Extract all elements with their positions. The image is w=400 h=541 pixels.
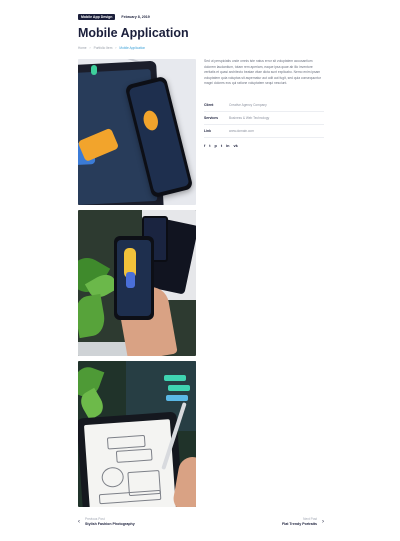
previous-post-link[interactable]: ‹ Previous Post Stylish Fashion Photogra… xyxy=(78,517,135,527)
next-post-link[interactable]: Next Post Flat Trendy Portraits › xyxy=(282,517,324,527)
previous-post-text: Previous Post Stylish Fashion Photograph… xyxy=(85,517,135,526)
pinterest-icon[interactable]: p xyxy=(215,144,217,149)
hand-holding-phone-image[interactable] xyxy=(78,210,196,356)
breadcrumb-current: Mobile Application xyxy=(119,46,146,50)
ui-card xyxy=(164,375,186,381)
plant-leaf xyxy=(78,293,108,339)
post-header: Mobile App Design February 8, 2019 Mobil… xyxy=(78,13,189,50)
breadcrumb: Home › Portfolio Item › Mobile Applicati… xyxy=(78,46,189,50)
meta-row-client: Client Creative Agency Company xyxy=(204,99,324,112)
breadcrumb-separator: › xyxy=(89,46,91,50)
project-meta: Client Creative Agency Company Services … xyxy=(204,99,324,138)
ui-card xyxy=(168,385,190,391)
cactus-icon xyxy=(91,65,97,75)
phone-shape xyxy=(114,236,154,320)
next-post-text: Next Post Flat Trendy Portraits xyxy=(282,517,317,526)
social-share: f t p t in vk xyxy=(204,144,324,149)
sketch-box xyxy=(115,448,153,463)
project-description: Sed ut perspiciatis unde omnis iste natu… xyxy=(204,59,321,86)
tumblr-icon[interactable]: t xyxy=(221,144,222,149)
facebook-icon[interactable]: f xyxy=(204,144,205,149)
mobile-app-phones-image[interactable] xyxy=(78,59,196,205)
ui-card xyxy=(166,395,188,401)
category-badge[interactable]: Mobile App Design xyxy=(78,13,116,20)
post-navigation: ‹ Previous Post Stylish Fashion Photogra… xyxy=(78,517,324,529)
illustration-figure xyxy=(126,272,135,288)
sketch-box xyxy=(98,489,162,505)
meta-label: Link xyxy=(204,128,211,133)
meta-row-link: Link www.domain.com xyxy=(204,125,324,138)
sketch-box xyxy=(106,434,146,450)
project-gallery xyxy=(78,59,196,512)
page-title: Mobile Application xyxy=(78,26,189,40)
chevron-right-icon: › xyxy=(322,519,324,525)
project-details: Sed ut perspiciatis unde omnis iste natu… xyxy=(204,59,324,149)
vk-icon[interactable]: vk xyxy=(234,144,238,149)
post-meta: Mobile App Design February 8, 2019 xyxy=(78,13,189,20)
tablet-sketch-image[interactable] xyxy=(78,361,196,507)
breadcrumb-separator: › xyxy=(115,46,117,50)
meta-label: Client xyxy=(204,102,214,107)
breadcrumb-home[interactable]: Home xyxy=(78,46,87,50)
meta-value: Creative Agency Company xyxy=(229,102,267,107)
twitter-icon[interactable]: t xyxy=(209,144,210,149)
next-post-title[interactable]: Flat Trendy Portraits xyxy=(282,522,317,527)
portfolio-page: Mobile App Design February 8, 2019 Mobil… xyxy=(0,0,400,541)
post-date: February 8, 2019 xyxy=(121,14,150,19)
meta-row-services: Services Business & Web Technology xyxy=(204,112,324,125)
breadcrumb-portfolio[interactable]: Portfolio Item xyxy=(94,46,113,50)
chevron-left-icon: ‹ xyxy=(78,519,80,525)
meta-link[interactable]: www.domain.com xyxy=(229,129,254,133)
sketch-circle xyxy=(101,466,125,488)
meta-label: Services xyxy=(204,115,218,120)
meta-value: Business & Web Technology xyxy=(229,115,270,120)
linkedin-icon[interactable]: in xyxy=(226,144,229,149)
previous-post-title[interactable]: Stylish Fashion Photography xyxy=(85,522,135,527)
